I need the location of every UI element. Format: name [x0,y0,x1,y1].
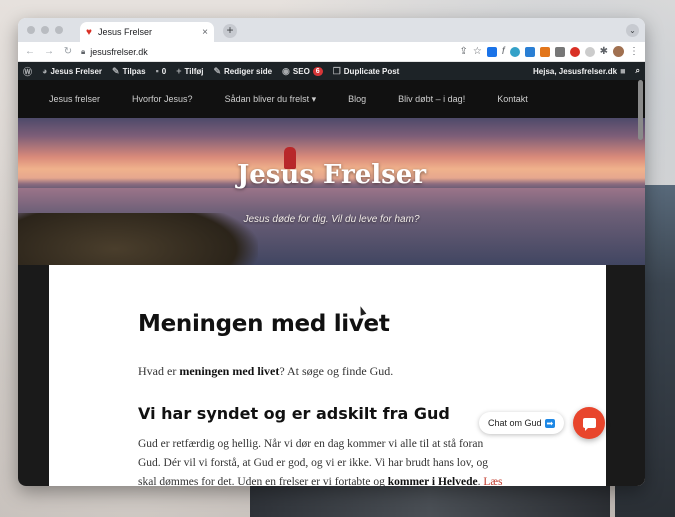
user-avatar-icon: ■ [620,66,626,76]
body-paragraph: Gud er retfærdig og hellig. Når vi dør e… [138,435,508,486]
plus-icon: + [176,66,182,76]
admin-edit-page-link[interactable]: ✎ Rediger side [213,66,272,77]
maximize-window-button[interactable] [55,26,63,34]
nav-item-saadan-bliver-du-frelst[interactable]: Sådan bliver du frelst ▾ [225,94,317,105]
wordpress-icon: Ⓦ [23,66,33,77]
admin-seo-label: SEO [292,66,310,76]
hero-banner: Jesus Frelser Jesus døde for dig. Vil du… [18,118,645,268]
tab-close-icon[interactable]: × [202,27,208,38]
formula-extension-icon[interactable]: f [502,46,505,57]
forward-icon[interactable]: → [43,46,55,57]
browser-toolbar: ← → ↻ 🔒︎ jesusfrelser.dk ⇪ ☆ f ✱ ⋮ [18,42,645,62]
extension-icon[interactable] [584,46,595,57]
puzzle-extensions-icon[interactable]: ✱ [600,46,608,57]
extension-icon[interactable] [524,46,535,57]
comment-icon: ▪ [155,66,159,76]
comments-count: 0 [161,66,167,76]
tab-bar: ♥ Jesus Frelser × + ⌄ [18,18,645,42]
duplicate-icon: ❐ [332,65,341,76]
extension-icon[interactable] [554,46,565,57]
menu-kebab-icon[interactable]: ⋮ [629,46,639,57]
page-scrollbar[interactable] [638,80,643,140]
chat-button[interactable] [573,407,605,439]
content-area: Meningen med livet Hvad er meningen med … [18,265,645,486]
lock-icon: 🔒︎ [81,46,86,56]
nav-item-kontakt[interactable]: Kontakt [497,94,528,104]
admin-customize-label: Tilpas [122,66,146,76]
chat-bubble-icon [582,418,596,431]
site-navigation: Jesus frelser Hvorfor Jesus? Sådan blive… [18,80,645,118]
seo-icon: ◉ [282,65,290,76]
pencil-icon: ✎ [213,65,222,76]
admin-new-label: Tilføj [184,66,204,76]
page-title: Meningen med livet [138,311,390,337]
dashboard-icon: ◕ [42,66,48,76]
favicon-heart-icon: ♥ [86,26,92,38]
chat-prompt-pill[interactable]: Chat om Gud ➡ [479,412,565,434]
desktop-wallpaper-object-bottom [250,485,610,517]
article-card: Meningen med livet Hvad er meningen med … [49,265,606,486]
back-icon[interactable]: ← [24,46,36,57]
nav-item-bliv-doebt[interactable]: Bliv døbt – i dag! [398,94,465,104]
metamask-icon[interactable] [539,46,550,57]
intro-text-pre: Hvad er [138,364,180,378]
admin-customize-link[interactable]: ✎ Tilpas [112,66,146,77]
arrow-right-icon: ➡ [544,418,556,428]
wp-logo-menu[interactable]: Ⓦ [23,65,32,78]
admin-duplicate-link[interactable]: ❐ Duplicate Post [333,66,400,77]
site-tagline: Jesus døde for dig. Vil du leve for ham? [243,214,420,225]
profile-avatar[interactable] [613,46,624,57]
admin-site-name: Jesus Frelser [50,66,103,76]
nav-item-hvorfor-jesus[interactable]: Hvorfor Jesus? [132,94,193,104]
url-text: jesusfrelser.dk [90,46,148,57]
tab-search-icon[interactable]: ⌄ [626,24,639,37]
admin-search-icon[interactable]: ⌕ [636,66,640,76]
share-icon[interactable]: ⇪ [459,46,467,57]
minimize-window-button[interactable] [41,26,49,34]
admin-comments-link[interactable]: ▪ 0 [156,66,167,76]
wp-admin-bar: Ⓦ ◕ Jesus Frelser ✎ Tilpas ▪ 0 + Tilføj ✎ Red… [18,62,645,80]
admin-account-menu[interactable]: Hejsa, Jesusfrelser.dk ■ [533,66,626,76]
admin-duplicate-label: Duplicate Post [343,66,400,76]
new-tab-button[interactable]: + [223,24,237,38]
close-window-button[interactable] [27,26,35,34]
extension-icon[interactable] [509,46,520,57]
admin-new-link[interactable]: + Tilføj [176,66,203,76]
chat-label: Chat om Gud [488,418,542,428]
browser-tab[interactable]: ♥ Jesus Frelser × [80,22,214,42]
admin-seo-link[interactable]: ◉ SEO 6 [282,66,323,77]
tab-title: Jesus Frelser [97,27,152,37]
window-controls [27,26,63,34]
intro-paragraph: Hvad er meningen med livet? At søge og f… [138,364,606,379]
extension-icons: ⇪ ☆ f ✱ ⋮ [459,46,639,57]
nav-item-jesus-frelser[interactable]: Jesus frelser [49,94,100,104]
site-title[interactable]: Jesus Frelser [18,160,645,190]
intro-text-post: ? At søge og finde Gud. [279,364,394,378]
address-bar[interactable]: 🔒︎ jesusfrelser.dk [81,44,452,60]
admin-edit-label: Rediger side [224,66,273,76]
admin-site-link[interactable]: ◕ Jesus Frelser [42,66,102,76]
brush-icon: ✎ [112,65,120,76]
extension-icon[interactable] [569,46,580,57]
bookmark-star-icon[interactable]: ☆ [473,46,482,57]
nav-item-blog[interactable]: Blog [348,94,366,104]
seo-count-badge: 6 [312,66,323,76]
admin-greeting: Hejsa, Jesusfrelser.dk [533,66,618,76]
body-text-bold: kommer i Helvede [387,476,478,486]
reload-icon[interactable]: ↻ [62,46,74,57]
intro-text-bold: meningen med livet [179,364,280,378]
extension-icon[interactable] [486,46,497,57]
